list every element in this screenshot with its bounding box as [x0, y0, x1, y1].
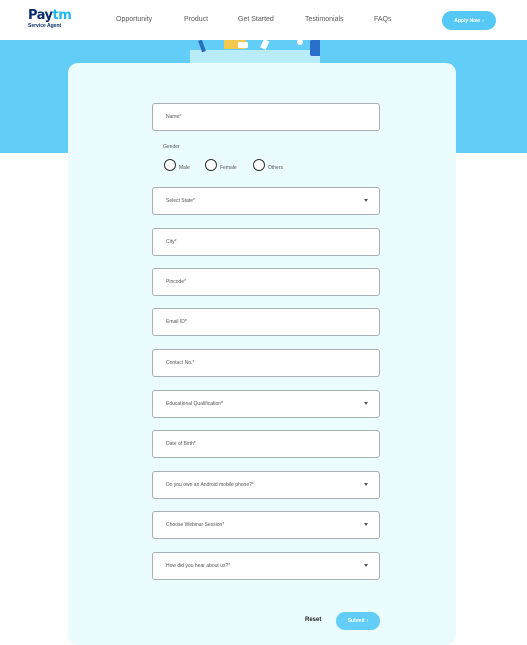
pincode-placeholder: Pincode* — [166, 279, 187, 285]
name-placeholder: Name* — [166, 114, 182, 120]
contact-placeholder: Contact No.* — [166, 360, 195, 366]
gender-label: Gender — [163, 144, 180, 150]
gender-others-radio[interactable]: Others — [253, 159, 283, 171]
qualification-select[interactable]: Educational Qualification* — [152, 390, 380, 418]
nav-opportunity[interactable]: Opportunity — [116, 16, 152, 23]
state-placeholder: Select State* — [166, 198, 195, 204]
gender-female-label: Female — [220, 165, 237, 171]
caret-down-icon — [364, 402, 368, 405]
logo-subtitle: Service Agent — [28, 23, 62, 29]
email-placeholder: Email ID* — [166, 319, 187, 325]
hear-placeholder: How did you hear about us?* — [166, 563, 231, 569]
caret-down-icon — [364, 564, 368, 567]
dob-placeholder: Date of Birth* — [166, 441, 196, 447]
city-input[interactable]: City* — [152, 228, 380, 256]
android-placeholder: Do you own an Android mobile phone?* — [166, 482, 254, 488]
android-phone-select[interactable]: Do you own an Android mobile phone?* — [152, 471, 380, 499]
nav-testimonials[interactable]: Testimonials — [305, 16, 344, 23]
nav-product[interactable]: Product — [184, 16, 208, 23]
webinar-session-select[interactable]: Choose Webinar Session* — [152, 511, 380, 539]
gender-female-radio[interactable]: Female — [205, 159, 237, 171]
logo-tm-text: tm — [52, 8, 72, 23]
email-input[interactable]: Email ID* — [152, 308, 380, 336]
chevron-right-icon: › — [482, 17, 484, 24]
radio-circle-icon — [253, 159, 265, 171]
top-header: Paytm Service Agent Opportunity Product … — [0, 0, 527, 40]
caret-down-icon — [364, 523, 368, 526]
gender-male-label: Male — [179, 165, 190, 171]
gender-male-radio[interactable]: Male — [164, 159, 190, 171]
apply-now-label: Apply Now — [454, 17, 481, 24]
reset-button[interactable]: Reset — [305, 617, 321, 623]
hear-about-select[interactable]: How did you hear about us?* — [152, 552, 380, 580]
nav-get-started[interactable]: Get Started — [238, 16, 274, 23]
nav-faqs[interactable]: FAQs — [374, 16, 392, 23]
dob-input[interactable]: Date of Birth* — [152, 430, 380, 458]
gender-others-label: Others — [268, 165, 284, 171]
hero-illustration — [190, 40, 320, 64]
pincode-input[interactable]: Pincode* — [152, 268, 380, 296]
qualification-placeholder: Educational Qualification* — [166, 401, 223, 407]
paytm-logo[interactable]: Paytm Service Agent — [28, 8, 72, 29]
apply-now-button[interactable]: Apply Now › — [442, 11, 496, 30]
submit-button[interactable]: Submit › — [336, 612, 380, 630]
state-select[interactable]: Select State* — [152, 187, 380, 215]
city-placeholder: City* — [166, 239, 177, 245]
radio-circle-icon — [205, 159, 217, 171]
webinar-placeholder: Choose Webinar Session* — [166, 522, 225, 528]
contact-input[interactable]: Contact No.* — [152, 349, 380, 377]
submit-label: Submit — [347, 618, 365, 624]
caret-down-icon — [364, 199, 368, 202]
chevron-right-icon: › — [366, 618, 369, 624]
logo-pay-text: Pay — [28, 8, 53, 23]
radio-circle-icon — [164, 159, 176, 171]
name-input[interactable]: Name* — [152, 103, 380, 131]
caret-down-icon — [364, 483, 368, 486]
